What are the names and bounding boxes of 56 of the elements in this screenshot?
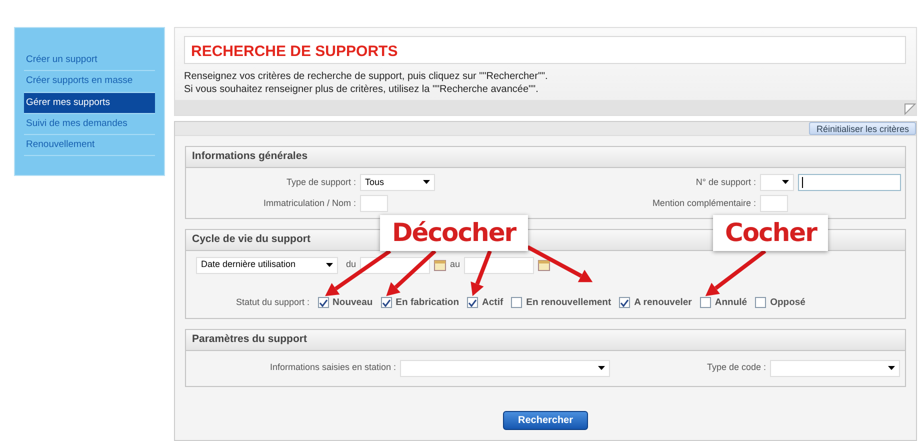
checkbox-label: En fabrication — [396, 296, 460, 310]
text-field[interactable] — [360, 194, 388, 212]
checkbox[interactable] — [380, 297, 392, 308]
text-field[interactable] — [798, 174, 901, 191]
reset-button[interactable]: Réinitialiser les critères — [809, 122, 916, 135]
arrow — [705, 249, 766, 296]
checkbox-label: A renouveler — [634, 296, 692, 310]
text-field[interactable] — [760, 194, 788, 212]
page-title: RECHERCHE DE SUPPORTS — [191, 43, 398, 60]
callout-label: Cocher — [713, 215, 828, 251]
checkbox[interactable] — [511, 297, 522, 308]
field-label: Type de support : — [286, 176, 357, 189]
calendar-icon[interactable] — [434, 260, 446, 270]
page-corner-icon — [904, 103, 916, 115]
checkbox-label: Actif — [482, 296, 504, 310]
field-label: Immatriculation / Nom : — [263, 196, 357, 210]
field-label: Informations saisies en station : — [270, 361, 397, 374]
checkbox[interactable] — [700, 297, 711, 308]
sidebar-link[interactable]: Renouvellement — [24, 135, 155, 156]
checkbox-label: Nouveau — [332, 296, 373, 310]
checkbox[interactable] — [467, 297, 478, 308]
caret-icon — [782, 180, 789, 184]
checkbox[interactable] — [755, 297, 766, 308]
field-label: N° de support : — [696, 176, 757, 189]
field-label: Type de code : — [706, 361, 767, 374]
caret-icon — [423, 180, 430, 184]
checkbox-label: En renouvellement — [526, 296, 612, 310]
field-label: Statut du support : — [236, 296, 310, 309]
dropdown[interactable]: Date dernière utilisation — [196, 256, 338, 274]
arrow — [470, 250, 492, 296]
checkbox-label: Opposé — [770, 296, 806, 310]
dropdown[interactable] — [760, 174, 794, 191]
checkbox[interactable] — [619, 297, 630, 308]
caret-icon — [326, 263, 333, 267]
date-field[interactable] — [464, 256, 534, 274]
instruction-text: Si vous souhaitez renseigner plus de critères, utilisez la ""Recherche avancée"". — [184, 83, 538, 96]
arrow — [386, 250, 436, 296]
search-button[interactable]: Rechercher — [502, 410, 588, 430]
caret-icon — [598, 366, 605, 370]
field-label: Mention complémentaire : — [652, 196, 757, 210]
caret-icon — [888, 366, 895, 370]
instruction-text: Renseignez vos critères de recherche de support, puis cliquez sur ""Rechercher"". — [184, 70, 548, 83]
arrow — [526, 245, 593, 282]
section-header: Paramètres du support — [186, 330, 905, 350]
checkbox[interactable] — [318, 297, 329, 308]
sidebar-link[interactable]: Créer un support — [24, 50, 155, 72]
sidebar-link[interactable]: Gérer mes supports — [24, 92, 155, 114]
field-label: du — [346, 258, 356, 272]
section-header: Informations générales — [186, 147, 905, 168]
dropdown[interactable]: Tous — [360, 174, 435, 191]
sidebar-link[interactable]: Suivi de mes demandes — [24, 114, 155, 135]
checkbox-label: Annulé — [714, 296, 748, 310]
arrow — [325, 249, 392, 296]
calendar-icon[interactable] — [538, 260, 550, 270]
field-label: au — [450, 258, 460, 272]
callout-label: Décocher — [380, 215, 528, 251]
